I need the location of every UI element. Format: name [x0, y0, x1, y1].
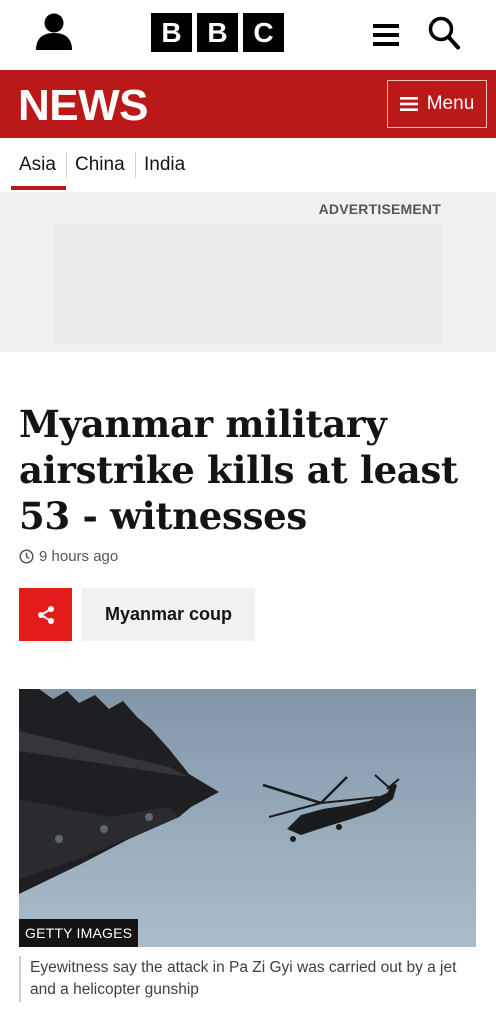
caption-divider: [19, 956, 21, 1002]
subnav-item-india[interactable]: India: [144, 154, 185, 176]
subnav-divider: [66, 152, 67, 178]
menu-label: Menu: [426, 93, 475, 114]
image-credit-badge: GETTY IMAGES: [19, 919, 139, 947]
advertisement-area: ADVERTISEMENT: [0, 192, 496, 352]
section-title[interactable]: NEWS: [18, 81, 149, 131]
image-caption: Eyewitness say the attack in Pa Zi Gyi w…: [30, 959, 457, 998]
logo-letter: B: [197, 13, 238, 52]
search-icon[interactable]: [428, 16, 460, 50]
top-bar: B B C: [0, 0, 496, 70]
advertisement-label: ADVERTISEMENT: [318, 201, 441, 217]
helicopter-photo: [19, 689, 400, 894]
news-banner: NEWS Menu: [0, 70, 496, 138]
ad-slot[interactable]: [55, 224, 441, 344]
article-headline: Myanmar military airstrike kills at leas…: [19, 402, 458, 538]
sub-navigation: Asia China India: [0, 138, 496, 192]
subnav-item-asia[interactable]: Asia: [19, 154, 56, 176]
share-button[interactable]: [19, 588, 72, 641]
hamburger-icon[interactable]: [373, 24, 399, 46]
menu-button[interactable]: Menu: [387, 80, 487, 128]
bbc-logo[interactable]: B B C: [151, 13, 284, 52]
logo-letter: B: [151, 13, 192, 52]
menu-icon: [399, 97, 418, 111]
logo-letter: C: [243, 13, 284, 52]
subnav-item-china[interactable]: China: [75, 154, 125, 176]
timestamp-text: 9 hours ago: [39, 548, 119, 565]
active-tab-indicator: [11, 186, 66, 190]
article-image[interactable]: GETTY IMAGES: [19, 689, 476, 947]
share-icon: [37, 605, 54, 624]
topic-tag-link[interactable]: Myanmar coup: [82, 588, 255, 641]
article-timestamp: 9 hours ago: [19, 548, 118, 565]
subnav-divider: [135, 152, 136, 178]
clock-icon: [19, 549, 34, 564]
user-icon[interactable]: [34, 12, 74, 50]
